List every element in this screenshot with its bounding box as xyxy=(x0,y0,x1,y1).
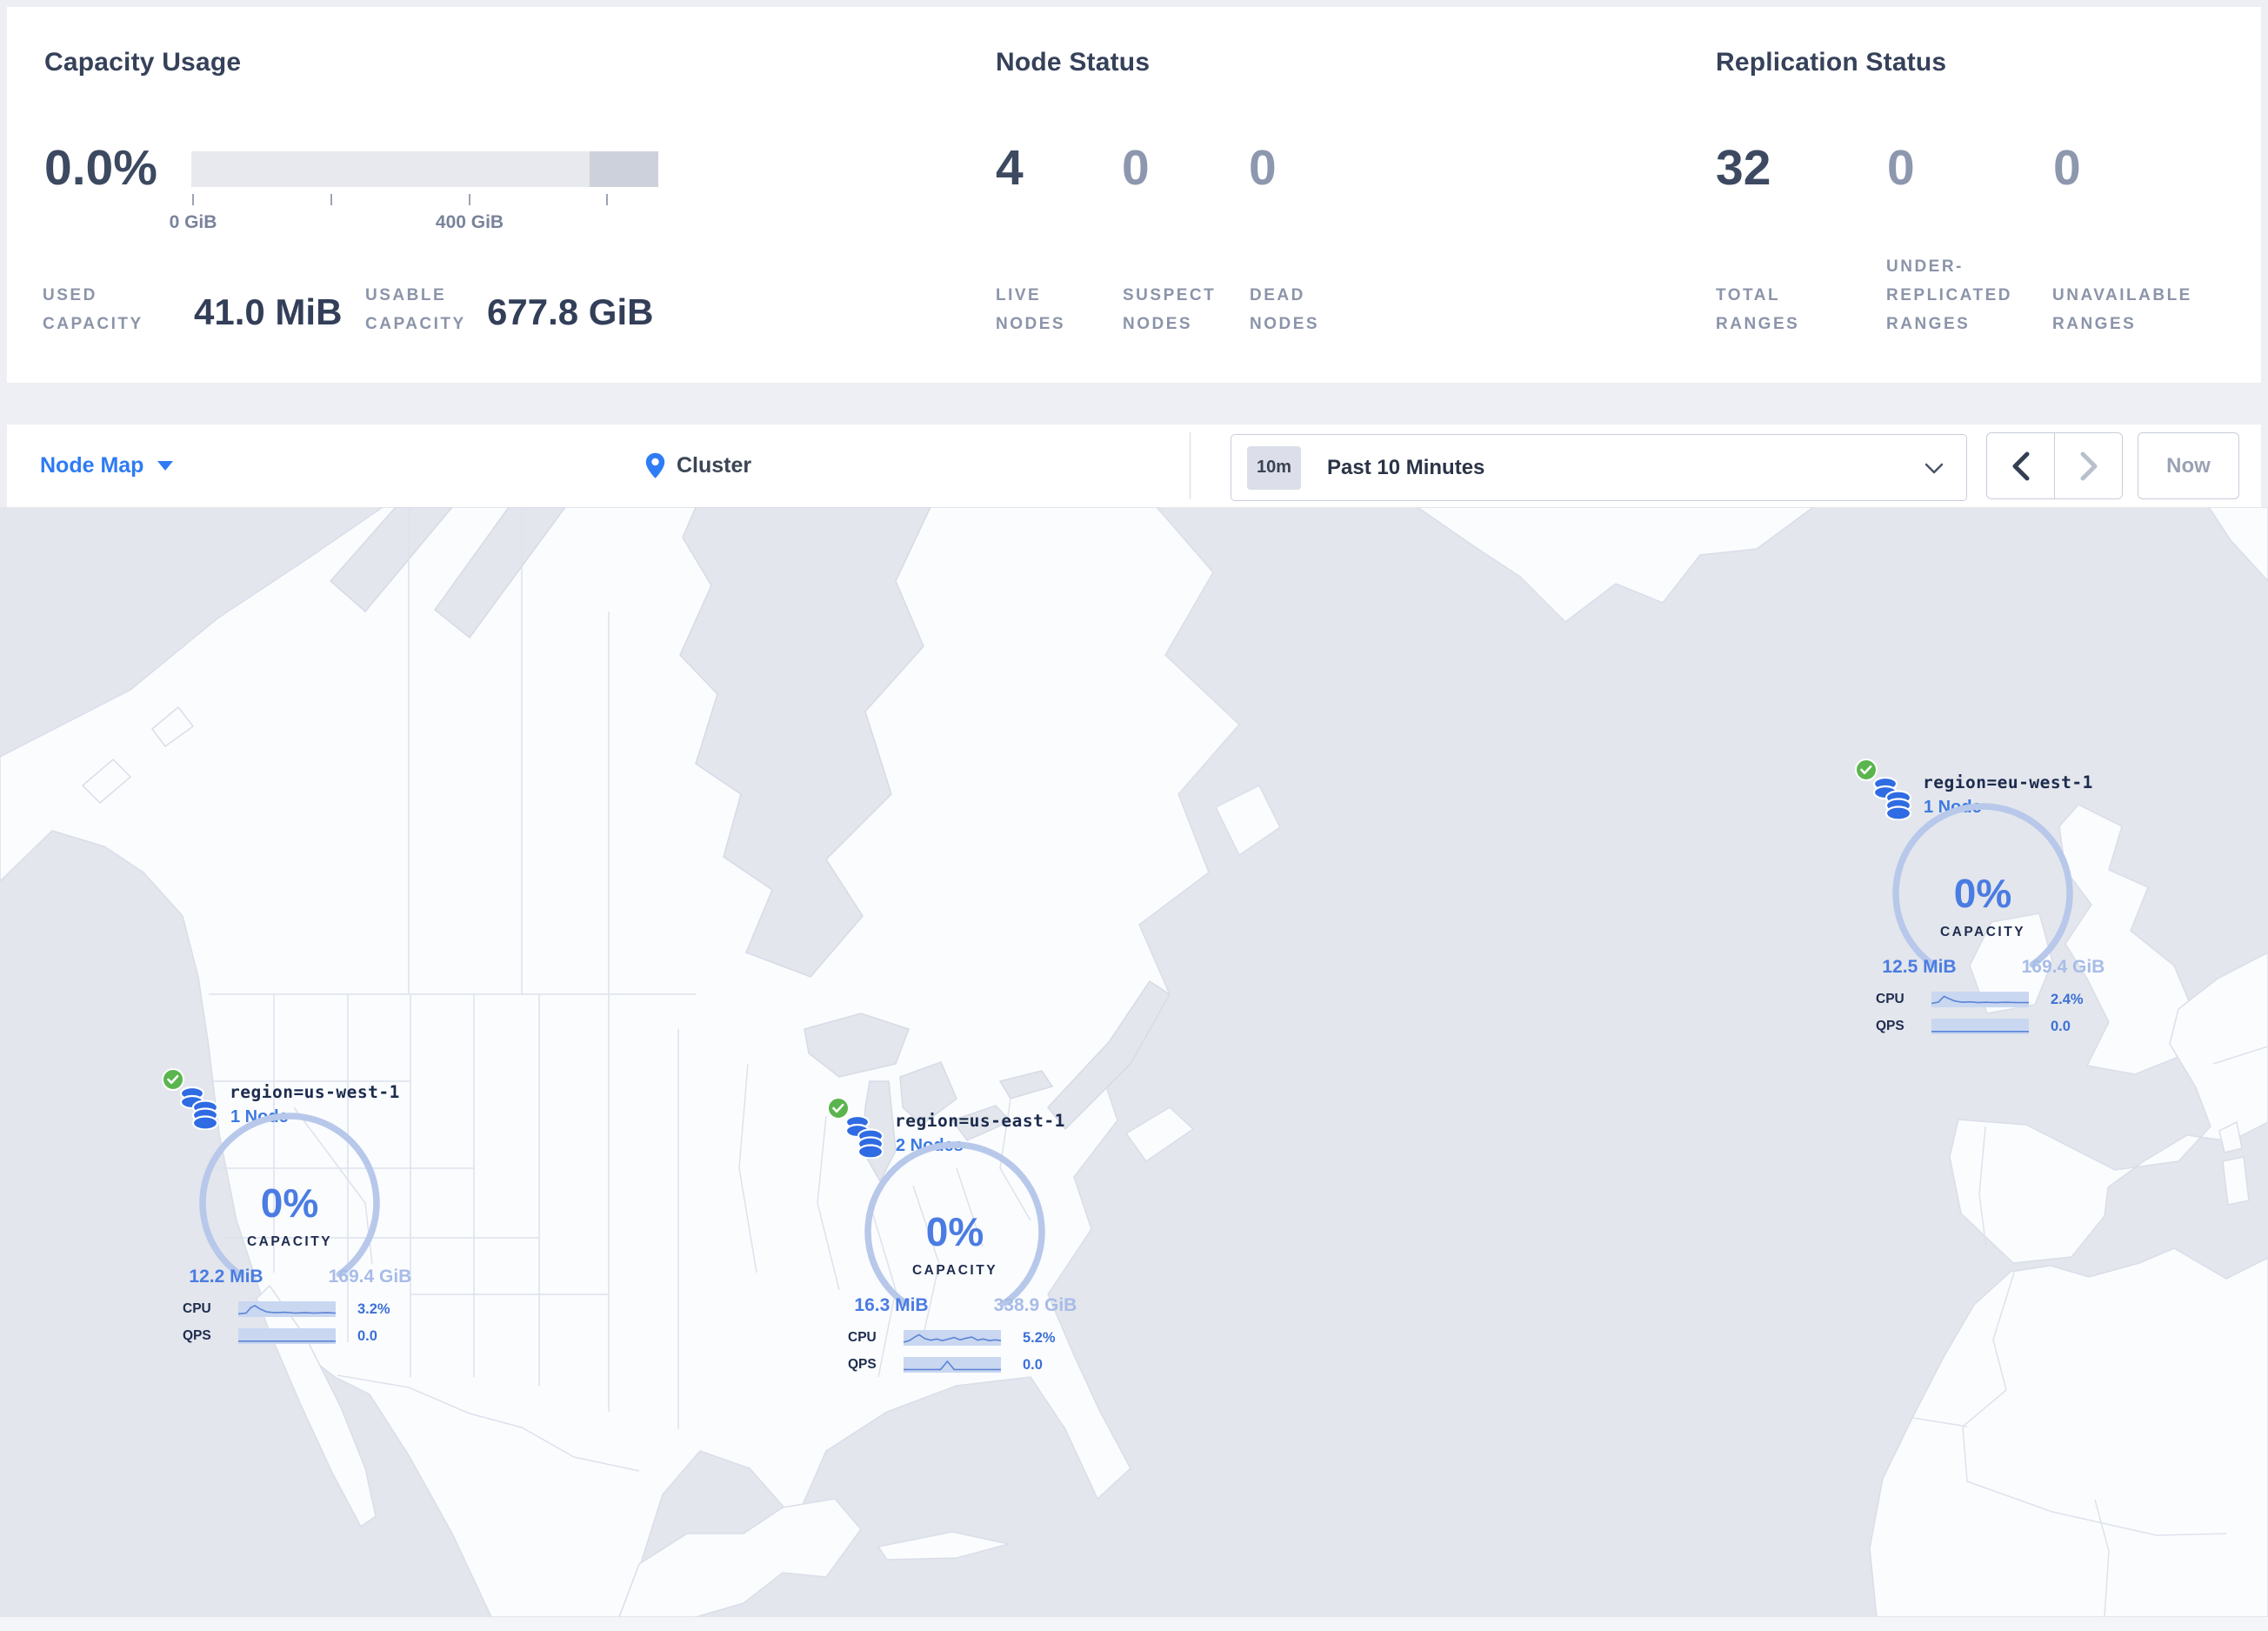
toolbar-divider xyxy=(1190,432,1191,499)
time-range-badge: 10m xyxy=(1247,445,1301,490)
chevron-down-icon xyxy=(157,461,174,471)
time-step-back-button[interactable] xyxy=(1987,433,2054,498)
cpu-sparkline xyxy=(1931,992,2029,1007)
capacity-tick-label-0: 0 GiB xyxy=(169,212,217,232)
cpu-metric-row: CPU 5.2% xyxy=(848,1328,1056,1347)
capacity-tick xyxy=(606,194,608,205)
cpu-label: CPU xyxy=(183,1301,211,1316)
map-toolbar: Node Map Cluster 10m Past 10 Minutes Now xyxy=(7,424,2261,507)
under-replicated-ranges-label: UNDER-REPLICATED RANGES xyxy=(1886,257,2012,333)
capacity-used-value: 12.5 MiB xyxy=(1882,957,1957,977)
capacity-percent: 0% xyxy=(1953,871,2012,916)
replication-status-title: Replication Status xyxy=(1716,48,1947,77)
capacity-used-value: 16.3 MiB xyxy=(854,1295,929,1315)
region-marker-us-east-1[interactable]: region=us-east-1 2 Nodes 0% CAPACITY 16.… xyxy=(822,1088,1091,1388)
cpu-value: 3.2% xyxy=(357,1300,390,1317)
capacity-tick-label-400: 400 GiB xyxy=(435,212,504,232)
chevron-right-icon xyxy=(2080,451,2097,480)
view-selector-dropdown[interactable]: Node Map xyxy=(40,424,174,507)
qps-sparkline xyxy=(904,1357,1001,1373)
cpu-sparkline xyxy=(238,1301,336,1317)
qps-sparkline xyxy=(1931,1019,2029,1034)
qps-value: 0.0 xyxy=(1023,1356,1043,1373)
used-capacity-label: USED CAPACITY xyxy=(43,286,143,333)
region-marker-us-west-1[interactable]: region=us-west-1 1 Node 0% CAPACITY 12.2… xyxy=(157,1059,426,1360)
chevron-down-icon xyxy=(1924,463,1944,474)
qps-metric-row: QPS 0.0 xyxy=(848,1355,1043,1374)
time-step-forward-button[interactable] xyxy=(2054,433,2122,498)
total-ranges-count: 32 xyxy=(1716,140,1771,196)
capacity-usage-bar-end-segment xyxy=(590,151,658,187)
capacity-usage-title: Capacity Usage xyxy=(44,48,242,77)
region-name: region=us-east-1 xyxy=(895,1111,1065,1131)
capacity-usable-value: 169.4 GiB xyxy=(328,1267,412,1287)
capacity-percent: 0% xyxy=(925,1209,984,1254)
qps-sparkline xyxy=(238,1328,336,1344)
capacity-tick xyxy=(330,194,332,205)
suspect-nodes-count: 0 xyxy=(1122,140,1150,196)
total-ranges-label: TOTAL RANGES xyxy=(1716,286,1800,333)
usable-capacity-value: 677.8 GiB xyxy=(487,291,654,332)
time-range-select[interactable]: 10m Past 10 Minutes xyxy=(1231,434,1967,501)
capacity-usage-percent: 0.0% xyxy=(44,140,157,196)
cluster-summary-bar: Capacity Usage 0.0% 0 GiB 400 GiB USED C… xyxy=(7,7,2261,383)
under-replicated-ranges-count: 0 xyxy=(1887,140,1915,196)
cpu-value: 5.2% xyxy=(1023,1329,1056,1346)
capacity-tick xyxy=(469,194,470,205)
qps-metric-row: QPS 0.0 xyxy=(1876,1017,2071,1036)
capacity-percent: 0% xyxy=(260,1180,319,1226)
region-name: region=us-west-1 xyxy=(230,1082,400,1102)
dead-nodes-count: 0 xyxy=(1249,140,1277,196)
region-name: region=eu-west-1 xyxy=(1923,772,2093,792)
unavailable-ranges-label: UNAVAILABLE RANGES xyxy=(2052,286,2192,333)
capacity-used-value: 12.2 MiB xyxy=(189,1267,263,1287)
map-footer-strip xyxy=(0,1617,2268,1631)
capacity-usage-bar xyxy=(191,151,658,187)
qps-value: 0.0 xyxy=(357,1327,377,1344)
dead-nodes-label: DEAD NODES xyxy=(1250,286,1320,333)
unavailable-ranges-count: 0 xyxy=(2053,140,2081,196)
cpu-sparkline xyxy=(904,1330,1001,1346)
live-nodes-label: LIVE NODES xyxy=(996,286,1066,333)
capacity-label: CAPACITY xyxy=(1939,925,2026,939)
now-button[interactable]: Now xyxy=(2138,432,2239,499)
breadcrumb[interactable]: Cluster xyxy=(645,424,751,507)
cpu-label: CPU xyxy=(1876,992,1904,1006)
cpu-metric-row: CPU 3.2% xyxy=(183,1300,390,1319)
qps-label: QPS xyxy=(1876,1019,1904,1033)
time-range-label: Past 10 Minutes xyxy=(1327,455,1485,479)
capacity-usable-value: 169.4 GiB xyxy=(2021,957,2105,977)
time-step-buttons xyxy=(1986,432,2123,499)
qps-label: QPS xyxy=(183,1328,211,1343)
map-pin-icon xyxy=(645,452,665,478)
view-selector-label: Node Map xyxy=(40,453,144,478)
qps-metric-row: QPS 0.0 xyxy=(183,1327,377,1346)
used-capacity-value: 41.0 MiB xyxy=(194,291,343,332)
live-nodes-count: 4 xyxy=(996,140,1024,196)
breadcrumb-label: Cluster xyxy=(677,453,752,478)
cpu-value: 2.4% xyxy=(2051,991,2084,1007)
capacity-label: CAPACITY xyxy=(911,1263,998,1278)
usable-capacity-label: USABLE CAPACITY xyxy=(365,286,466,333)
cpu-metric-row: CPU 2.4% xyxy=(1876,990,2084,1009)
island-sardinia xyxy=(2222,1156,2250,1206)
cpu-label: CPU xyxy=(848,1330,877,1345)
region-marker-eu-west-1[interactable]: region=eu-west-1 1 Node 0% CAPACITY 12.5… xyxy=(1850,750,2119,1050)
node-status-title: Node Status xyxy=(996,48,1151,77)
chevron-left-icon xyxy=(2012,451,2029,480)
capacity-usable-value: 338.9 GiB xyxy=(993,1295,1077,1315)
qps-label: QPS xyxy=(848,1357,877,1372)
qps-value: 0.0 xyxy=(2051,1018,2071,1034)
suspect-nodes-label: SUSPECT NODES xyxy=(1123,286,1217,333)
capacity-label: CAPACITY xyxy=(246,1234,333,1249)
capacity-tick xyxy=(192,194,194,205)
